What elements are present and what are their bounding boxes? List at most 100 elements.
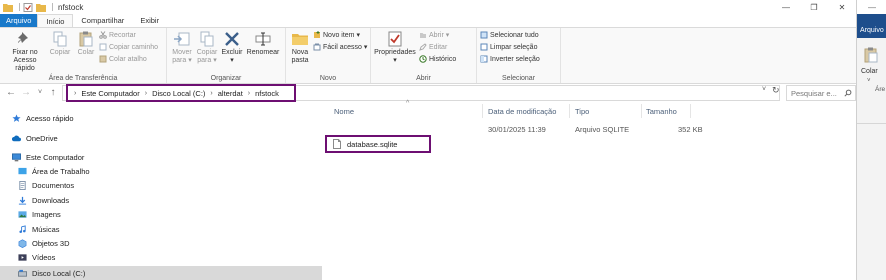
drive-icon [18, 269, 27, 277]
second-window-paste-label[interactable]: Colar [861, 68, 878, 75]
maximize-button[interactable]: ❐ [800, 0, 828, 14]
file-name-cell[interactable]: database.sqlite [325, 135, 431, 153]
nav-label: Documentos [32, 181, 75, 190]
cut-label: Recortar [109, 31, 136, 39]
nav-item-onedrive[interactable]: OneDrive [12, 134, 58, 143]
breadcrumb-separator-icon[interactable]: › [210, 90, 212, 97]
tab-arquivo[interactable]: Arquivo [0, 14, 38, 27]
ribbon-tabs: Arquivo Início Compartilhar Exibir [0, 14, 856, 27]
select-all-button[interactable]: Selecionar tudo [480, 31, 539, 39]
tab-exibir[interactable]: Exibir [132, 14, 167, 27]
breadcrumb-nfstock[interactable]: nfstock [255, 89, 279, 98]
column-header-modified[interactable]: Data de modificação [488, 104, 576, 118]
breadcrumb-separator-icon[interactable]: › [74, 90, 76, 97]
nav-item-area-de-trabalho[interactable]: Área de Trabalho [18, 167, 90, 176]
copy-to-line2: para ▾ [197, 57, 217, 64]
close-button[interactable]: ✕ [828, 0, 856, 14]
column-header-type[interactable]: Tipo [575, 104, 645, 118]
refresh-icon[interactable]: ↻ [772, 85, 780, 96]
edit-button[interactable]: Editar [419, 43, 447, 51]
nav-item-imagens[interactable]: Imagens [18, 210, 61, 219]
title-bar: nfstock [0, 0, 856, 14]
history-button[interactable]: Histórico [419, 55, 456, 63]
second-window-minimize-button[interactable]: — [857, 0, 886, 14]
search-input[interactable]: Pesquisar e... [786, 85, 856, 101]
move-to-button[interactable]: Mover para ▾ [170, 30, 194, 65]
copy-button[interactable]: Copiar [47, 30, 73, 57]
nav-item-este-computador[interactable]: Este Computador [12, 153, 84, 162]
minimize-button[interactable]: — [772, 0, 800, 14]
column-header-name[interactable]: Nome [334, 104, 484, 118]
column-header-size[interactable]: Tamanho [646, 104, 706, 118]
music-folder-icon [19, 225, 26, 234]
scissors-icon [99, 31, 107, 39]
back-arrow-icon[interactable]: ← [5, 86, 17, 98]
nav-item-objetos-3d[interactable]: Objetos 3D [18, 239, 70, 248]
easy-access-button[interactable]: Fácil acesso ▾ [313, 43, 367, 51]
column-divider[interactable] [482, 104, 483, 118]
properties-button[interactable]: Propriedades ▾ [373, 30, 417, 65]
computer-icon [12, 153, 21, 162]
tab-inicio[interactable]: Início [37, 14, 74, 27]
nav-item-acesso-rapido[interactable]: Acesso rápido [12, 114, 74, 123]
breadcrumb-separator-icon[interactable]: › [145, 90, 147, 97]
breadcrumb-este-computador[interactable]: Este Computador [81, 89, 139, 98]
nav-label: Vídeos [32, 253, 56, 262]
copy-path-button[interactable]: Copiar caminho [99, 43, 158, 51]
breadcrumb-disco-local[interactable]: Disco Local (C:) [152, 89, 205, 98]
select-group: Selecionar tudo Limpar seleção Inverter … [477, 28, 561, 83]
history-label: Histórico [429, 55, 457, 63]
move-to-line1: Mover [172, 49, 192, 56]
nav-item-downloads[interactable]: Downloads [18, 196, 69, 205]
copy-to-button[interactable]: Copiar para ▾ [195, 30, 219, 65]
tab-compartilhar[interactable]: Compartilhar [73, 14, 132, 27]
properties-dropdown[interactable]: ▾ [393, 57, 397, 65]
paste-button[interactable]: Colar [74, 30, 98, 57]
new-folder-quick-icon[interactable] [36, 3, 46, 12]
invert-selection-button[interactable]: Inverter seleção [480, 55, 540, 63]
column-divider[interactable] [690, 104, 691, 118]
second-window-partial: — Arquivo Colar ˅ Áre [856, 0, 886, 280]
new-item-button[interactable]: Novo item ▾ [313, 31, 360, 39]
cut-button[interactable]: Recortar [99, 31, 136, 39]
address-row: ← → ˅ ↑ › Este Computador › Disco Local … [0, 84, 856, 102]
3d-objects-folder-icon [18, 239, 27, 248]
new-folder-button[interactable]: Nova pasta [289, 30, 311, 65]
rename-button[interactable]: Renomear [246, 30, 280, 57]
second-window-file-tab[interactable]: Arquivo [857, 14, 886, 38]
column-divider[interactable] [641, 104, 642, 118]
select-group-label: Selecionar [501, 75, 536, 82]
forward-arrow-icon[interactable]: → [20, 86, 32, 98]
table-row[interactable]: database.sqlite 30/01/2025 11:39 Arquivo… [324, 120, 856, 153]
nav-item-videos[interactable]: Vídeos [18, 253, 55, 262]
copy-icon [53, 31, 67, 47]
file-list: ^ Nome Data de modificação Tipo Tamanho … [324, 100, 856, 280]
properties-check-icon[interactable] [23, 2, 33, 12]
file-name: database.sqlite [347, 139, 398, 149]
delete-dropdown[interactable]: ▾ [230, 57, 234, 65]
second-window-paste-dropdown-icon[interactable]: ˅ [867, 78, 871, 84]
address-dropdown-chevron-icon[interactable]: ˅ [762, 86, 766, 93]
open-button[interactable]: Abrir ▾ [419, 31, 449, 39]
paste-shortcut-button[interactable]: Colar atalho [99, 55, 147, 63]
pin-quick-access-button[interactable]: Fixar no Acesso rápido [6, 30, 44, 73]
delete-button[interactable]: Excluir ▾ [221, 30, 243, 65]
nav-item-disco-local[interactable]: Disco Local (C:) [0, 266, 322, 280]
clear-selection-button[interactable]: Limpar seleção [480, 43, 537, 51]
column-divider[interactable] [569, 104, 570, 118]
recent-locations-chevron-icon[interactable]: ˅ [34, 86, 46, 98]
pin-label-line1: Fixar no [12, 49, 38, 56]
nav-item-documentos[interactable]: Documentos [18, 181, 74, 190]
up-arrow-icon[interactable]: ↑ [47, 86, 59, 98]
edit-pencil-icon [419, 43, 427, 51]
nav-label: OneDrive [26, 134, 58, 143]
breadcrumb-separator-icon[interactable]: › [248, 90, 250, 97]
nav-label: Disco Local (C:) [32, 268, 86, 278]
new-item-icon [314, 31, 320, 38]
open-icon [420, 33, 426, 38]
breadcrumb-alterdat[interactable]: alterdat [218, 89, 243, 98]
paste-shortcut-label: Colar atalho [109, 55, 147, 63]
nav-item-musicas[interactable]: Músicas [18, 225, 60, 234]
pictures-folder-icon [18, 211, 27, 218]
properties-icon [388, 31, 402, 47]
